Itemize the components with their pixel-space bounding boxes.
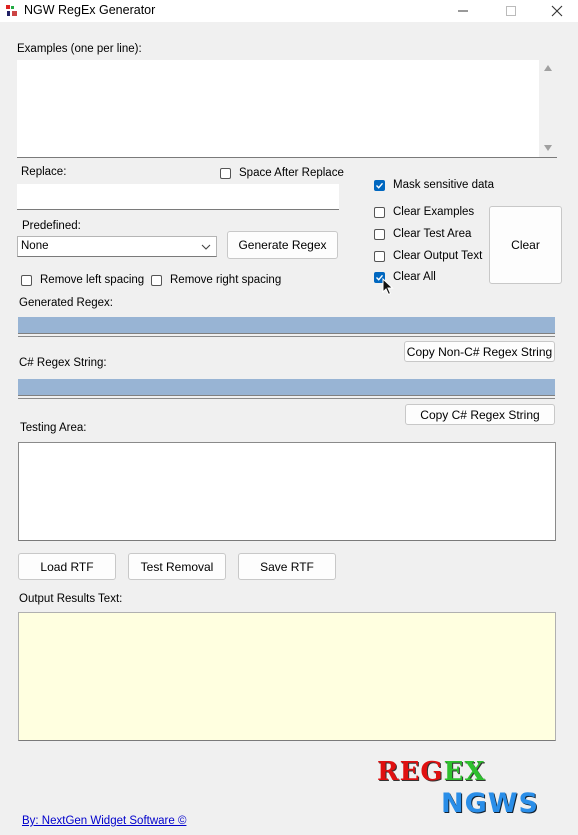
window-title: NGW RegEx Generator xyxy=(24,3,156,17)
checkbox-box[interactable] xyxy=(220,168,231,179)
close-button[interactable] xyxy=(534,0,578,22)
clear-examples-label: Clear Examples xyxy=(393,206,475,218)
maximize-button xyxy=(488,0,534,22)
divider xyxy=(18,398,555,399)
generate-regex-button[interactable]: Generate Regex xyxy=(227,231,338,259)
space-after-replace-label: Space After Replace xyxy=(239,167,344,179)
logo-line1: REGEX xyxy=(377,757,486,787)
ngws-logo-text: NGWS xyxy=(441,788,539,819)
generated-regex-field[interactable] xyxy=(18,317,555,334)
clear-output-text-label: Clear Output Text xyxy=(393,250,483,262)
testing-area-label: Testing Area: xyxy=(20,422,87,434)
checkbox-box[interactable] xyxy=(151,275,162,286)
remove-left-spacing-label: Remove left spacing xyxy=(40,274,145,286)
replace-label: Replace: xyxy=(21,166,67,178)
examples-scrollbar[interactable] xyxy=(539,60,557,157)
csharp-regex-label: C# Regex String: xyxy=(19,357,107,369)
logo-ex: EX xyxy=(443,757,486,787)
chevron-down-icon xyxy=(201,244,211,250)
checkbox-checked[interactable] xyxy=(374,180,385,191)
generated-regex-label: Generated Regex: xyxy=(19,297,113,309)
copy-non-csharp-button[interactable]: Copy Non-C# Regex String xyxy=(404,341,555,362)
clear-test-area-label: Clear Test Area xyxy=(393,228,472,240)
save-rtf-button[interactable]: Save RTF xyxy=(238,553,336,580)
app-icon xyxy=(6,5,17,16)
predefined-dropdown[interactable]: None xyxy=(17,236,217,257)
predefined-selected: None xyxy=(21,240,49,252)
minimize-icon xyxy=(458,10,468,12)
scroll-up-icon[interactable] xyxy=(544,65,552,71)
regex-logo-text: REGEX xyxy=(377,759,486,785)
output-results-textbox[interactable] xyxy=(18,612,556,741)
scroll-down-icon[interactable] xyxy=(544,145,552,151)
checkbox-box[interactable] xyxy=(374,229,385,240)
maximize-icon xyxy=(506,6,516,16)
checkbox-box[interactable] xyxy=(374,251,385,262)
replace-input[interactable] xyxy=(17,184,339,210)
credit-link[interactable]: By: NextGen Widget Software © xyxy=(22,815,186,827)
test-removal-button[interactable]: Test Removal xyxy=(128,553,226,580)
minimize-button[interactable] xyxy=(440,0,486,22)
examples-textbox[interactable] xyxy=(17,60,557,158)
predefined-label: Predefined: xyxy=(22,220,81,232)
examples-label: Examples (one per line): xyxy=(17,43,142,55)
clear-all-label: Clear All xyxy=(393,271,436,283)
csharp-regex-field[interactable] xyxy=(18,379,555,396)
logo-reg: REG xyxy=(377,757,444,787)
output-results-label: Output Results Text: xyxy=(19,593,123,605)
checkmark-icon xyxy=(376,182,384,189)
mask-sensitive-label: Mask sensitive data xyxy=(393,179,494,191)
copy-csharp-button[interactable]: Copy C# Regex String xyxy=(405,404,555,425)
divider xyxy=(18,336,555,337)
clear-button[interactable]: Clear xyxy=(489,206,562,284)
remove-right-spacing-label: Remove right spacing xyxy=(170,274,282,286)
testing-area-textbox[interactable] xyxy=(18,442,556,541)
mouse-cursor-icon xyxy=(382,278,394,296)
checkbox-box[interactable] xyxy=(374,207,385,218)
title-bar: NGW RegEx Generator xyxy=(0,0,578,22)
load-rtf-button[interactable]: Load RTF xyxy=(18,553,116,580)
close-icon xyxy=(551,5,563,17)
checkbox-box[interactable] xyxy=(21,275,32,286)
